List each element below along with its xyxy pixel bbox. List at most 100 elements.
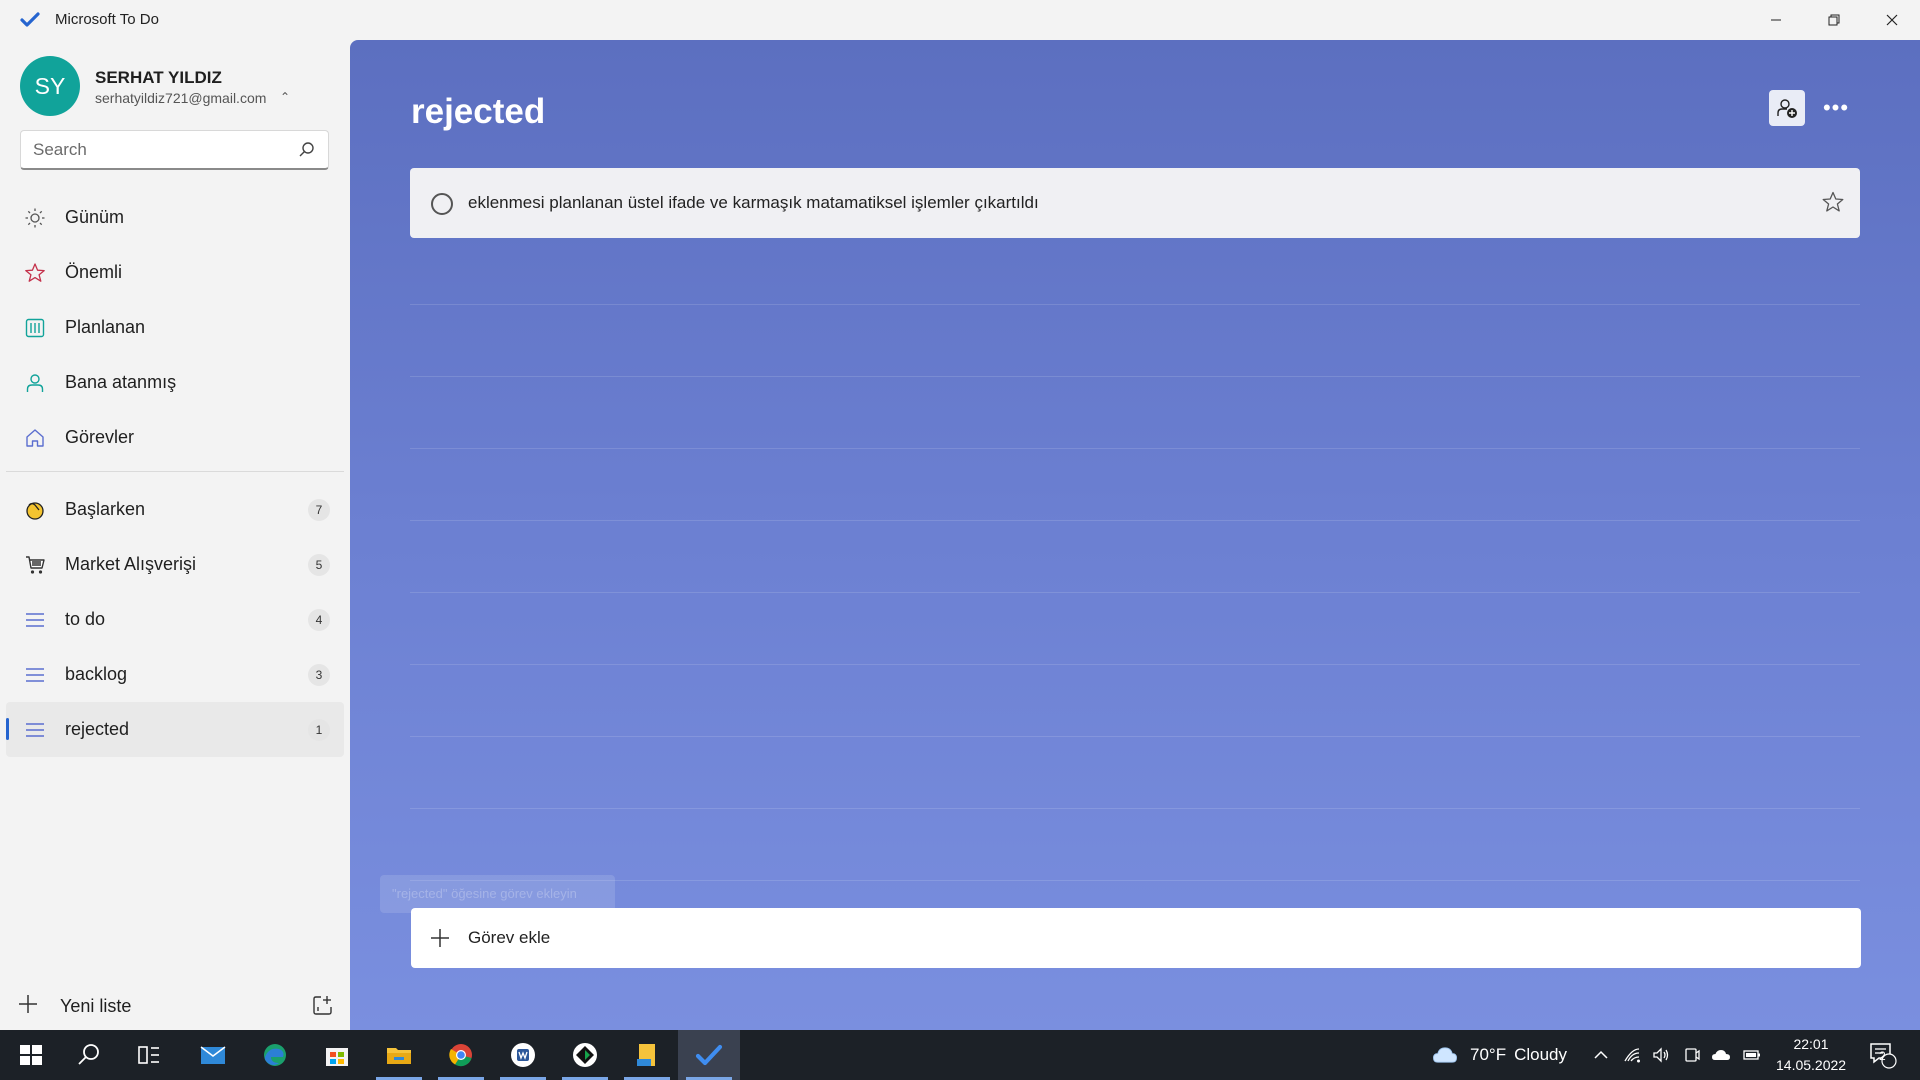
list-icon bbox=[26, 613, 44, 627]
taskbar-chrome[interactable] bbox=[430, 1030, 492, 1080]
user-email: serhatyildiz721@gmail.com bbox=[95, 90, 267, 106]
tray-onedrive[interactable] bbox=[1712, 1030, 1730, 1080]
store-icon bbox=[326, 1048, 348, 1066]
row-divider bbox=[410, 736, 1860, 737]
folder-icon bbox=[387, 1048, 411, 1064]
taskbar-search-button[interactable] bbox=[58, 1030, 120, 1080]
windows-icon bbox=[20, 1045, 42, 1065]
sidebar-item-onemli[interactable]: Önemli bbox=[6, 245, 344, 300]
start-button[interactable] bbox=[0, 1030, 62, 1080]
weather-widget[interactable]: 70°F Cloudy bbox=[1430, 1030, 1567, 1080]
taskbar-mail[interactable] bbox=[182, 1030, 244, 1080]
green-app-icon bbox=[573, 1043, 597, 1067]
profile[interactable]: SY SERHAT YILDIZ serhatyildiz721@gmail.c… bbox=[20, 56, 340, 116]
task-checkbox[interactable] bbox=[431, 193, 453, 215]
sidebar-item-to-do[interactable]: to do 4 bbox=[6, 592, 344, 647]
list-count-badge: 7 bbox=[308, 498, 330, 521]
sidebar-item-label: backlog bbox=[65, 664, 128, 684]
taskbar-microsoft-todo[interactable] bbox=[678, 1030, 740, 1080]
row-divider bbox=[410, 808, 1860, 809]
plus-icon bbox=[431, 929, 449, 947]
sidebar-item-bana-atanmis[interactable]: Bana atanmış bbox=[6, 355, 344, 410]
mail-icon bbox=[200, 1046, 226, 1064]
sidebar-item-gorevler[interactable]: Görevler bbox=[6, 410, 344, 465]
close-button[interactable] bbox=[1864, 0, 1920, 40]
sidebar-item-label: Önemli bbox=[65, 262, 123, 282]
minimize-icon bbox=[1771, 19, 1781, 21]
sidebar-item-rejected[interactable]: rejected 1 bbox=[6, 702, 344, 757]
sidebar-divider bbox=[6, 471, 344, 472]
calendar-icon bbox=[25, 318, 45, 338]
add-person-icon bbox=[1777, 99, 1797, 118]
tray-network[interactable] bbox=[1623, 1030, 1641, 1080]
volume-icon bbox=[1653, 1047, 1669, 1063]
new-list-label: Yeni liste bbox=[60, 996, 132, 1016]
taskbar-file-explorer[interactable] bbox=[368, 1030, 430, 1080]
taskbar: 70°F Cloudy 22:01 14.05.2022 2 bbox=[0, 1030, 1920, 1080]
sidebar-item-market-alisverisi[interactable]: Market Alışverişi 5 bbox=[6, 537, 344, 592]
task-view-button[interactable] bbox=[118, 1030, 180, 1080]
user-name: SERHAT YILDIZ bbox=[95, 68, 222, 87]
tray-meet[interactable] bbox=[1683, 1030, 1701, 1080]
row-divider bbox=[410, 304, 1860, 305]
avatar[interactable]: SY bbox=[20, 56, 80, 116]
taskbar-clock[interactable]: 22:01 14.05.2022 bbox=[1776, 1034, 1846, 1076]
meet-icon bbox=[1685, 1048, 1700, 1062]
wifi-icon bbox=[1624, 1048, 1640, 1063]
taskbar-sticky-notes[interactable] bbox=[616, 1030, 678, 1080]
cloud-icon bbox=[1433, 1047, 1457, 1063]
battery-icon bbox=[1743, 1050, 1760, 1060]
word-app-icon bbox=[511, 1043, 535, 1067]
onedrive-icon bbox=[1712, 1050, 1730, 1060]
clock-date: 14.05.2022 bbox=[1776, 1057, 1847, 1073]
sidebar: SY SERHAT YILDIZ serhatyildiz721@gmail.c… bbox=[0, 40, 350, 1030]
task-item[interactable]: eklenmesi planlanan üstel ifade ve karma… bbox=[410, 168, 1860, 238]
row-divider bbox=[410, 520, 1860, 521]
restore-icon bbox=[1828, 14, 1840, 26]
list-icon bbox=[26, 723, 44, 737]
row-divider bbox=[410, 448, 1860, 449]
restore-button[interactable] bbox=[1806, 0, 1862, 40]
task-list-pane: rejected ••• eklenmesi planlanan üstel i… bbox=[350, 40, 1920, 1030]
sidebar-item-label: Market Alışverişi bbox=[65, 554, 197, 574]
search-icon[interactable] bbox=[298, 141, 316, 159]
list-icon bbox=[26, 668, 44, 682]
sidebar-item-label: rejected bbox=[65, 719, 130, 739]
sidebar-item-planlanan[interactable]: Planlanan bbox=[6, 300, 344, 355]
add-task-input[interactable]: Görev ekle bbox=[411, 908, 1861, 968]
star-icon[interactable] bbox=[1821, 190, 1845, 214]
star-icon bbox=[25, 263, 45, 282]
taskbar-edge[interactable] bbox=[244, 1030, 306, 1080]
taskbar-store[interactable] bbox=[306, 1030, 368, 1080]
chevron-updown-icon[interactable]: ⌃ bbox=[280, 90, 290, 104]
weather-temp: 70°F bbox=[1470, 1045, 1507, 1064]
search-input[interactable] bbox=[33, 139, 283, 161]
new-list-button[interactable]: Yeni liste bbox=[0, 982, 350, 1030]
row-divider bbox=[410, 376, 1860, 377]
sidebar-item-label: to do bbox=[65, 609, 106, 629]
task-title[interactable]: eklenmesi planlanan üstel ifade ve karma… bbox=[468, 193, 1039, 213]
share-list-button[interactable] bbox=[1769, 90, 1805, 126]
sidebar-item-gunum[interactable]: Günüm bbox=[6, 190, 344, 245]
sidebar-item-backlog[interactable]: backlog 3 bbox=[6, 647, 344, 702]
list-title[interactable]: rejected bbox=[411, 92, 545, 132]
search-icon bbox=[78, 1044, 99, 1065]
sun-icon bbox=[25, 208, 45, 228]
notes-icon bbox=[637, 1044, 655, 1066]
search-box[interactable] bbox=[20, 130, 329, 170]
app-title: Microsoft To Do bbox=[55, 11, 159, 28]
row-divider bbox=[410, 592, 1860, 593]
tray-volume[interactable] bbox=[1652, 1030, 1670, 1080]
more-options-button[interactable]: ••• bbox=[1818, 90, 1854, 126]
sidebar-item-label: Başlarken bbox=[65, 499, 146, 519]
sidebar-item-baslarken[interactable]: Başlarken 7 bbox=[6, 482, 344, 537]
taskbar-word-app[interactable] bbox=[492, 1030, 554, 1080]
new-group-icon[interactable] bbox=[312, 994, 334, 1016]
minimize-button[interactable] bbox=[1748, 0, 1804, 40]
row-divider bbox=[410, 880, 1860, 881]
weather-text: Cloudy bbox=[1514, 1045, 1568, 1064]
taskbar-app-green[interactable] bbox=[554, 1030, 616, 1080]
tray-battery[interactable] bbox=[1743, 1030, 1761, 1080]
tray-expand-button[interactable] bbox=[1592, 1030, 1610, 1080]
home-icon bbox=[26, 429, 44, 447]
